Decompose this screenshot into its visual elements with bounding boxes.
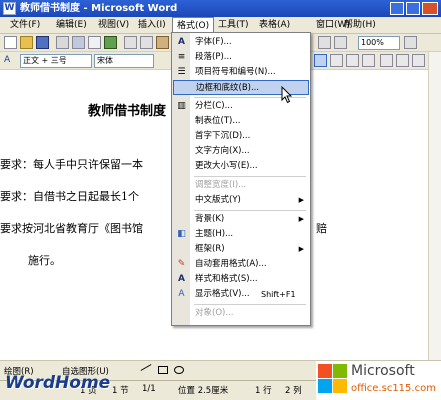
columns-icon: ▥: [177, 101, 186, 111]
menu-table[interactable]: 表格(A): [255, 18, 294, 32]
menu-item-drop-cap[interactable]: 首字下沉(D)...: [173, 129, 309, 144]
ms-logo-yellow-square: [333, 379, 347, 393]
style-select[interactable]: 正文 + 三号: [20, 54, 92, 68]
paste-icon[interactable]: [156, 36, 169, 49]
line-tool-icon[interactable]: [140, 364, 152, 371]
print-preview-icon[interactable]: [88, 36, 101, 49]
status-section: 1 节: [112, 386, 129, 396]
menu-item-tabs[interactable]: 制表位(T)...: [173, 114, 309, 129]
columns-toolbar-icon[interactable]: [318, 36, 331, 49]
line-spacing-icon[interactable]: [380, 54, 393, 67]
paragraph-icon: ≡: [177, 52, 186, 62]
format-menu: A 字体(F)... ≡ 段落(P)... ☰ 项目符号和编号(N)... 边框…: [171, 32, 311, 326]
status-line: 1 行: [255, 386, 272, 396]
menu-separator: [194, 176, 306, 177]
menu-item-reveal-format[interactable]: A 显示格式(V)... Shift+F1: [173, 287, 309, 302]
justify-icon[interactable]: [362, 54, 375, 67]
help-icon[interactable]: [404, 36, 417, 49]
doc-line-4: 施行。: [28, 254, 61, 267]
cut-icon[interactable]: [124, 36, 137, 49]
maximize-button[interactable]: [406, 2, 420, 15]
menu-item-bullets[interactable]: ☰ 项目符号和编号(N)...: [173, 65, 309, 80]
autoformat-icon: ✎: [177, 259, 186, 269]
font-select[interactable]: 宋体: [94, 54, 154, 68]
status-position: 位置 2.5厘米: [178, 386, 229, 396]
bullets-icon: ☰: [177, 67, 186, 77]
spelling-icon[interactable]: [104, 36, 117, 49]
menu-file[interactable]: 文件(F): [6, 18, 44, 32]
doc-line-3: 要求按河北省教育厅《图书馆: [0, 222, 143, 235]
styles-icon: A: [178, 274, 185, 284]
menu-item-text-direction[interactable]: 文字方向(X)...: [173, 144, 309, 159]
close-button[interactable]: [422, 2, 438, 15]
wordhome-logo: WordHome: [5, 373, 111, 393]
menu-item-theme[interactable]: ◧ 主题(H)...: [173, 227, 309, 242]
bullets-toolbar-icon[interactable]: [412, 54, 425, 67]
doc-line-3-tail: 赔: [316, 222, 327, 235]
status-column: 2 列: [285, 386, 302, 396]
align-right-icon[interactable]: [346, 54, 359, 67]
minimize-button[interactable]: [390, 2, 404, 15]
submenu-arrow-icon: ▶: [298, 245, 304, 253]
doc-line-1: 要求：每人手中只许保留一本: [0, 158, 143, 171]
zoom-select[interactable]: 100%: [358, 36, 400, 50]
menu-item-paragraph[interactable]: ≡ 段落(P)...: [173, 50, 309, 65]
menu-separator: [194, 304, 306, 305]
menu-item-fit-width: 调整宽度(I)...: [195, 180, 247, 190]
print-icon[interactable]: [72, 36, 85, 49]
align-center-icon[interactable]: [330, 54, 343, 67]
ms-brand-text: Microsoft: [351, 363, 415, 379]
ms-logo-green-square: [333, 364, 347, 378]
mouse-cursor-icon: [281, 86, 293, 104]
menu-item-styles[interactable]: A 样式和格式(S)...: [173, 272, 309, 287]
menu-tools[interactable]: 工具(T): [214, 18, 253, 32]
menu-insert[interactable]: 插入(I): [134, 18, 170, 32]
permission-icon[interactable]: [56, 36, 69, 49]
menu-item-asian-layout[interactable]: 中文版式(Y) ▶: [173, 193, 309, 208]
font-icon: A: [178, 37, 185, 47]
open-icon[interactable]: [20, 36, 33, 49]
status-pages: 1/1: [142, 384, 156, 394]
theme-icon: ◧: [177, 229, 186, 239]
vertical-scrollbar[interactable]: [428, 52, 441, 360]
drawing-toolbar-icon[interactable]: [334, 36, 347, 49]
menu-item-font[interactable]: A 字体(F)...: [173, 35, 309, 50]
microsoft-office-logo: Microsoft office.sc115.com: [316, 361, 441, 400]
oval-tool-icon[interactable]: [174, 366, 184, 374]
rectangle-tool-icon[interactable]: [158, 366, 168, 374]
menu-help[interactable]: 帮助(H): [340, 18, 380, 32]
menu-item-change-case[interactable]: 更改大小写(E)...: [173, 159, 309, 174]
ms-logo-blue-square: [318, 379, 332, 393]
new-icon[interactable]: [4, 36, 17, 49]
save-icon[interactable]: [36, 36, 49, 49]
word-app-icon[interactable]: W: [3, 2, 16, 15]
reveal-format-icon: A: [178, 289, 185, 299]
title-bar: 教师借书制度 - Microsoft Word: [0, 0, 441, 17]
numbering-icon[interactable]: [396, 54, 409, 67]
document-title: 教师借书制度: [88, 104, 167, 119]
shortcut-label: Shift+F1: [261, 290, 296, 299]
copy-icon[interactable]: [140, 36, 153, 49]
menu-separator: [194, 210, 306, 211]
doc-line-2: 要求：自借书之日起最长1个: [0, 190, 139, 203]
menu-item-frames[interactable]: 框架(R) ▶: [173, 242, 309, 257]
submenu-arrow-icon: ▶: [298, 196, 304, 204]
submenu-arrow-icon: ▶: [298, 215, 304, 223]
styles-pane-icon[interactable]: A: [4, 54, 17, 67]
ms-site-text: office.sc115.com: [351, 383, 436, 394]
menu-edit[interactable]: 编辑(E): [52, 18, 91, 32]
menu-item-autoformat[interactable]: ✎ 自动套用格式(A)...: [173, 257, 309, 272]
menu-view[interactable]: 视图(V): [94, 18, 133, 32]
menu-item-background[interactable]: 背景(K) ▶: [173, 212, 309, 227]
ms-logo-red-square: [318, 364, 332, 378]
align-left-icon[interactable]: [314, 54, 327, 67]
menu-item-object: 对象(O)...: [195, 308, 234, 318]
window-title: 教师借书制度 - Microsoft Word: [20, 3, 178, 14]
